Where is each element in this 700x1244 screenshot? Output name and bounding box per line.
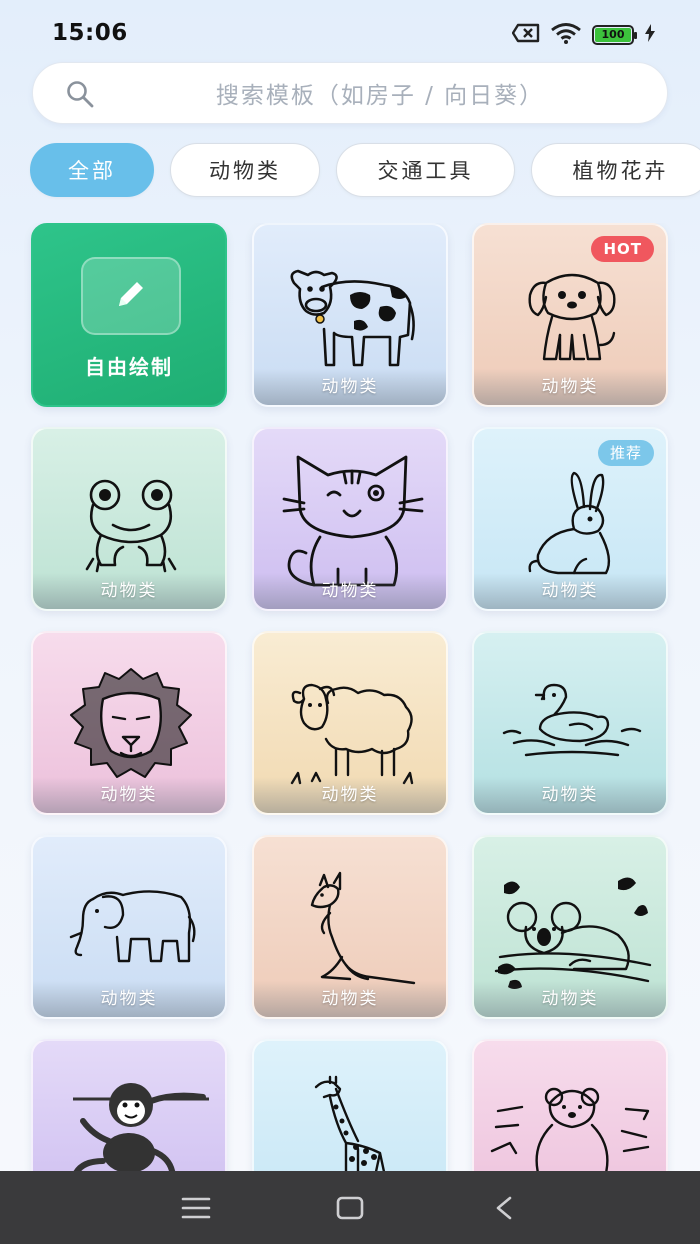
template-card-koala[interactable]: 动物类	[472, 835, 668, 1019]
tab-plants[interactable]: 植物花卉	[531, 143, 700, 197]
card-label: 动物类	[541, 785, 599, 805]
card-label: 动物类	[541, 377, 599, 397]
template-card-rabbit[interactable]: 推荐 动物类	[472, 427, 668, 611]
template-card-kangaroo[interactable]: 动物类	[252, 835, 448, 1019]
card-label: 动物类	[100, 581, 158, 601]
tab-all[interactable]: 全部	[30, 143, 154, 197]
sim-error-icon	[511, 23, 540, 47]
card-label: 动物类	[321, 581, 379, 601]
home-icon[interactable]	[330, 1191, 370, 1225]
giraffe-drawing	[314, 1075, 386, 1171]
free-draw-icon-box	[81, 257, 181, 335]
wifi-icon	[550, 22, 582, 48]
template-card-puppy[interactable]: HOT 动物类	[472, 223, 668, 407]
free-draw-label: 自由绘制	[85, 355, 173, 379]
battery-level: 100	[595, 28, 631, 42]
system-nav-bar	[0, 1171, 700, 1244]
search-bar[interactable]: 搜索模板（如房子 / 向日葵）	[32, 62, 668, 124]
card-label: 动物类	[541, 989, 599, 1009]
template-card-cow[interactable]: 动物类	[252, 223, 448, 407]
category-tabs: 全部 动物类 交通工具 植物花卉	[30, 143, 700, 199]
template-card-giraffe[interactable]	[252, 1039, 448, 1171]
card-label: 动物类	[321, 989, 379, 1009]
free-draw-card[interactable]: 自由绘制	[31, 223, 227, 407]
card-label: 动物类	[100, 989, 158, 1009]
template-card-frog[interactable]: 动物类	[31, 427, 227, 611]
template-card-sheep[interactable]: 动物类	[252, 631, 448, 815]
battery-icon: 100	[592, 25, 637, 45]
hot-badge: HOT	[591, 236, 654, 262]
status-time: 15:06	[52, 20, 128, 46]
template-card-bear[interactable]	[472, 1039, 668, 1171]
recommend-badge: 推荐	[597, 440, 654, 466]
template-card-lion[interactable]: 动物类	[31, 631, 227, 815]
menu-icon[interactable]	[176, 1191, 216, 1225]
tab-animals[interactable]: 动物类	[170, 143, 320, 197]
card-label: 动物类	[321, 785, 379, 805]
template-card-monkey[interactable]	[31, 1039, 227, 1171]
template-card-cat[interactable]: 动物类	[252, 427, 448, 611]
card-label: 动物类	[541, 581, 599, 601]
status-bar: 15:06 100	[0, 0, 700, 62]
template-card-duck[interactable]: 动物类	[472, 631, 668, 815]
template-card-elephant[interactable]: 动物类	[31, 835, 227, 1019]
bear-drawing	[490, 1087, 650, 1171]
search-placeholder: 搜索模板（如房子 / 向日葵）	[215, 83, 545, 109]
template-grid: 自由绘制 动物类 HOT 动物类 动物类 动物类 推荐 动物类 动物类 动物类 …	[0, 223, 700, 1171]
status-icons: 100	[511, 22, 656, 48]
card-label: 动物类	[321, 377, 379, 397]
card-label: 动物类	[100, 785, 158, 805]
pencil-icon	[111, 274, 151, 318]
charging-icon	[644, 24, 656, 46]
tab-vehicles[interactable]: 交通工具	[336, 143, 515, 197]
back-icon[interactable]	[484, 1191, 524, 1225]
monkey-drawing	[73, 1083, 209, 1171]
